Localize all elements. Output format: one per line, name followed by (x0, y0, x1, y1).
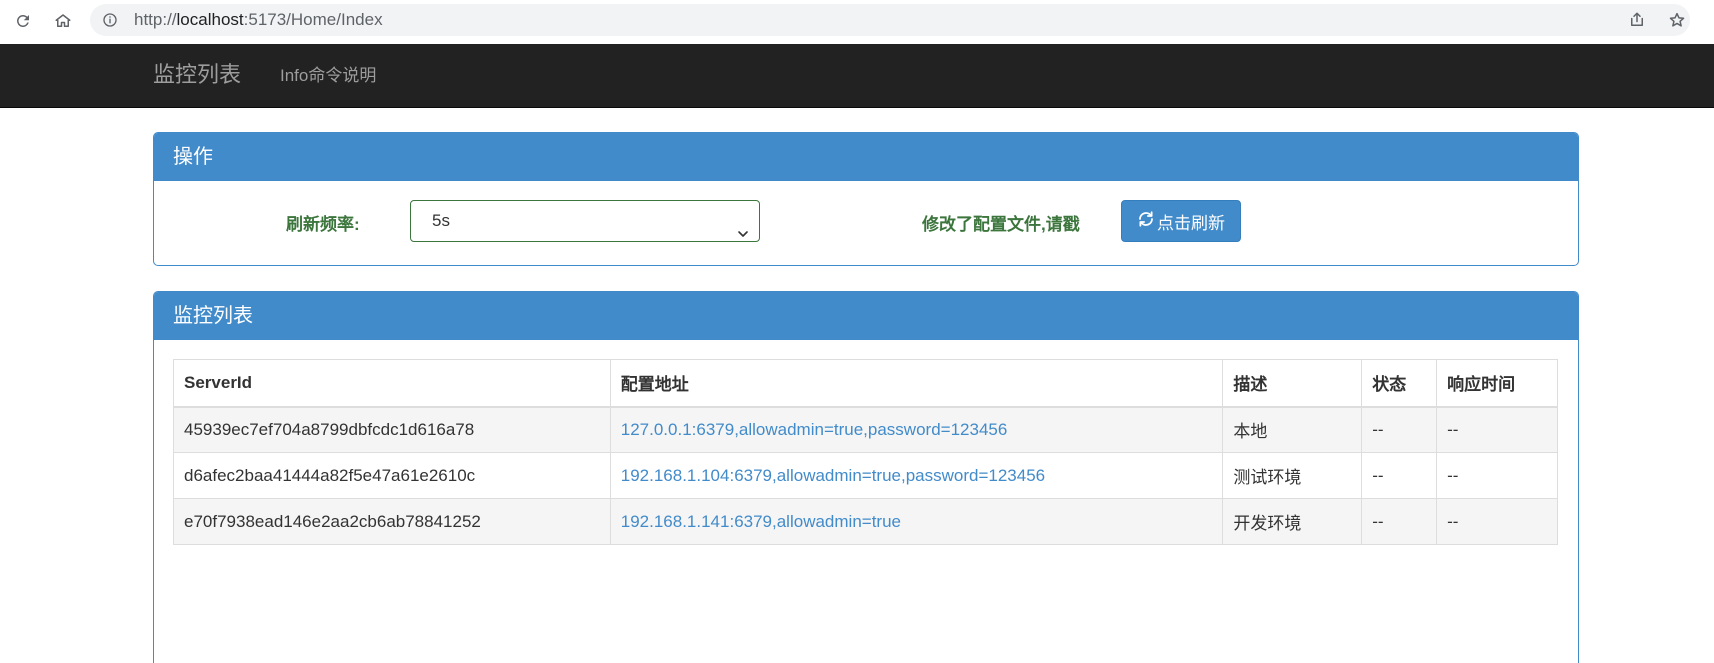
server-id-cell: 45939ec7ef704a8799dbfcdc1d616a78 (173, 406, 611, 453)
refresh-frequency-label: 刷新频率: (286, 215, 360, 234)
browser-toolbar: http://localhost:5173/Home/Index (0, 0, 1714, 40)
url-path: :5173/Home/Index (243, 10, 383, 29)
operations-panel: 操作 刷新频率: 5s 修改了配置文件,请戳 点击刷新 (153, 132, 1579, 266)
column-header-response-time: 响应时间 (1436, 359, 1558, 408)
url-host: localhost (176, 10, 244, 29)
response-time-cell: -- (1436, 406, 1558, 453)
config-address-link[interactable]: 192.168.1.104:6379,allowadmin=true,passw… (609, 452, 1224, 499)
address-bar[interactable]: http://localhost:5173/Home/Index (90, 4, 1690, 36)
config-address-link[interactable]: 127.0.0.1:6379,allowadmin=true,password=… (609, 406, 1224, 453)
config-changed-message: 修改了配置文件,请戳 (922, 215, 1080, 234)
url-text: http://localhost:5173/Home/Index (134, 11, 383, 29)
status-cell: -- (1361, 498, 1438, 545)
reload-icon[interactable] (12, 10, 34, 32)
nav-link-info-commands[interactable]: Info命令说明 (280, 65, 376, 87)
table-header-row: ServerId 配置地址 描述 状态 响应时间 (173, 359, 1558, 408)
refresh-button-label: 点击刷新 (1157, 213, 1225, 233)
refresh-frequency-value: 5s (432, 211, 450, 230)
status-cell: -- (1361, 406, 1438, 453)
response-time-cell: -- (1436, 498, 1558, 545)
table-row: 45939ec7ef704a8799dbfcdc1d616a78 127.0.0… (173, 406, 1558, 453)
response-time-cell: -- (1436, 452, 1558, 499)
home-icon[interactable] (52, 10, 74, 32)
operations-panel-title: 操作 (154, 133, 1578, 181)
status-cell: -- (1361, 452, 1438, 499)
description-cell: 本地 (1222, 406, 1363, 453)
column-header-status: 状态 (1361, 359, 1438, 408)
table-row: e70f7938ead146e2aa2cb6ab78841252 192.168… (173, 498, 1558, 545)
refresh-frequency-select[interactable]: 5s (410, 200, 760, 242)
monitor-list-panel-title: 监控列表 (154, 292, 1578, 340)
monitor-table: ServerId 配置地址 描述 状态 响应时间 45939ec7ef704a8… (173, 359, 1558, 545)
refresh-button[interactable]: 点击刷新 (1121, 200, 1241, 242)
top-navbar: 监控列表 Info命令说明 (0, 44, 1714, 108)
star-icon[interactable] (1668, 11, 1686, 29)
info-icon[interactable] (102, 12, 118, 28)
chevron-down-icon (737, 215, 749, 237)
column-header-config-address: 配置地址 (609, 359, 1224, 408)
column-header-serverid: ServerId (173, 359, 611, 408)
monitor-list-panel: 监控列表 ServerId 配置地址 描述 状态 响应时间 45939ec7ef… (153, 291, 1579, 663)
server-id-cell: d6afec2baa41444a82f5e47a61e2610c (173, 452, 611, 499)
share-icon[interactable] (1628, 11, 1646, 29)
column-header-description: 描述 (1222, 359, 1363, 408)
config-address-link[interactable]: 192.168.1.141:6379,allowadmin=true (609, 498, 1224, 545)
description-cell: 测试环境 (1222, 452, 1363, 499)
table-row: d6afec2baa41444a82f5e47a61e2610c 192.168… (173, 452, 1558, 499)
description-cell: 开发环境 (1222, 498, 1363, 545)
refresh-icon (1137, 210, 1155, 233)
server-id-cell: e70f7938ead146e2aa2cb6ab78841252 (173, 498, 611, 545)
url-scheme: http:// (134, 10, 177, 29)
navbar-brand[interactable]: 监控列表 (153, 61, 241, 89)
